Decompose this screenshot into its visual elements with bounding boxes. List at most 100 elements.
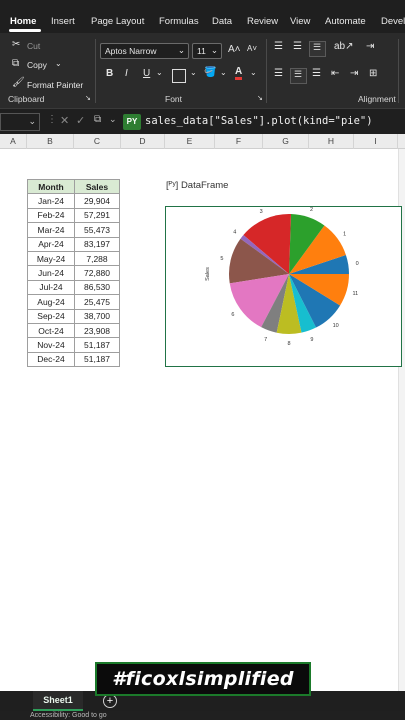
column-header-h[interactable]: H [309,134,354,149]
column-header-i[interactable]: I [354,134,398,149]
ribbon: ✂ Cut ⧉ Copy ⌄ 🖌 Format Painter Clipboar… [0,33,405,108]
column-header-e[interactable]: E [165,134,215,149]
enter-icon[interactable]: ✓ [76,114,85,127]
month-cell[interactable]: Oct-24 [27,322,75,339]
indent-icon[interactable]: ⇥ [366,41,374,52]
decrease-font-icon[interactable]: A˅ [247,44,257,53]
month-cell[interactable]: Jun-24 [27,265,75,281]
align-middle-icon[interactable]: ☰ [293,41,302,52]
copy-button[interactable]: Copy [27,60,47,70]
fill-color-icon[interactable]: 🪣 [204,67,216,78]
increase-indent-icon[interactable]: ⇥ [350,68,358,79]
python-badge[interactable]: PY [123,114,141,130]
copy-icon[interactable]: ⧉ [12,58,19,69]
dialog-launcher-icon[interactable]: ↘ [257,94,263,102]
month-cell[interactable]: Jan-24 [27,193,75,209]
month-cell[interactable]: Aug-24 [27,294,75,310]
sales-cell[interactable]: 29,904 [74,193,120,209]
pie-chart-frame[interactable]: 0 1 2 3 4 5 6 7 8 9 10 11 Sales [165,206,402,367]
tab-home[interactable]: Home [10,16,36,27]
sheet-tab-sheet1[interactable]: Sheet1 [33,691,83,711]
borders-icon[interactable] [172,69,186,83]
sales-header-cell[interactable]: Sales [74,178,120,195]
month-cell[interactable]: Apr-24 [27,236,75,252]
chevron-down-icon[interactable]: ⌄ [250,68,257,77]
chevron-down-icon[interactable]: ⌄ [109,114,117,125]
month-cell[interactable]: Jul-24 [27,279,75,296]
cut-button[interactable]: Cut [27,41,40,51]
formula-text[interactable]: sales_data["Sales"].plot(kind="pie") [145,115,373,127]
align-left-icon[interactable]: ☰ [274,68,283,79]
column-header-c[interactable]: C [74,134,121,149]
month-cell[interactable]: Nov-24 [27,337,75,353]
tab-page-layout[interactable]: Page Layout [91,16,144,27]
pie-label-2: 2 [310,207,313,213]
scissors-icon[interactable]: ✂ [12,39,20,50]
sales-cell[interactable]: 86,530 [74,279,120,296]
chevron-down-icon[interactable]: ⌄ [190,68,197,77]
italic-button[interactable]: I [125,68,128,79]
decrease-indent-icon[interactable]: ⇤ [331,68,339,79]
paintbrush-icon[interactable]: 🖌 [12,77,25,88]
month-cell[interactable]: May-24 [27,250,75,267]
sales-cell[interactable]: 23,908 [74,322,120,339]
add-sheet-button[interactable]: + [103,694,117,708]
pie-label-9: 9 [310,337,313,343]
accessibility-status[interactable]: Accessibility: Good to go [30,712,107,719]
chevron-down-icon[interactable]: ⌄ [156,68,163,77]
dataframe-label[interactable]: [ᴾʸ] DataFrame [166,180,228,191]
month-cell[interactable]: Sep-24 [27,308,75,324]
tab-insert[interactable]: Insert [51,16,75,27]
column-header-f[interactable]: F [215,134,263,149]
chevron-down-icon[interactable]: ⌄ [220,68,227,77]
sales-cell[interactable]: 38,700 [74,308,120,324]
column-header-a[interactable]: A [0,134,27,149]
tab-formulas[interactable]: Formulas [159,16,199,27]
align-right-icon[interactable]: ☰ [312,68,321,79]
pie-label-11: 11 [353,291,359,297]
sales-cell[interactable]: 51,187 [74,337,120,353]
sales-cell[interactable]: 7,288 [74,250,120,267]
tab-developer[interactable]: Devel [381,16,405,27]
font-color-icon[interactable]: A [235,66,243,80]
table-row: Apr-24 83,197 [27,236,120,252]
tab-data[interactable]: Data [212,16,232,27]
tab-automate[interactable]: Automate [325,16,366,27]
chevron-down-icon: ⌄ [210,45,218,55]
align-bottom-button[interactable]: ☰ [309,41,326,57]
sales-cell[interactable]: 25,475 [74,294,120,310]
group-divider [398,39,399,103]
sales-cell[interactable]: 57,291 [74,207,120,224]
sales-cell[interactable]: 51,187 [74,351,120,368]
tab-view[interactable]: View [290,16,310,27]
increase-font-icon[interactable]: A˄ [228,44,241,55]
sales-cell[interactable]: 83,197 [74,236,120,252]
font-size-dropdown[interactable]: 11 ⌄ [192,43,222,59]
align-top-icon[interactable]: ☰ [274,41,283,52]
month-cell[interactable]: Mar-24 [27,222,75,238]
table-row: Dec-24 51,187 [27,351,120,368]
more-options-icon[interactable]: ⋮ [47,114,57,125]
merge-cells-icon[interactable]: ⊞ [369,68,377,79]
tab-review[interactable]: Review [247,16,278,27]
month-header-cell[interactable]: Month [27,178,75,195]
cancel-icon[interactable]: ✕ [60,114,69,127]
orientation-icon[interactable]: ab↗ [334,41,354,52]
font-name-dropdown[interactable]: Aptos Narrow ⌄ [100,43,189,59]
format-painter-button[interactable]: Format Painter [27,80,83,90]
month-cell[interactable]: Dec-24 [27,351,75,368]
align-center-button[interactable]: ☰ [290,68,307,84]
column-header-d[interactable]: D [121,134,165,149]
table-row: Oct-24 23,908 [27,322,120,339]
bold-button[interactable]: B [106,68,113,79]
month-cell[interactable]: Feb-24 [27,207,75,224]
column-header-g[interactable]: G [263,134,309,149]
python-output-icon[interactable]: ⧉ [94,114,101,125]
chevron-down-icon[interactable]: ⌄ [55,59,62,68]
sales-cell[interactable]: 72,880 [74,265,120,281]
name-box[interactable]: ⌄ [0,113,40,131]
underline-button[interactable]: U [143,68,150,79]
column-header-b[interactable]: B [27,134,74,149]
sales-cell[interactable]: 55,473 [74,222,120,238]
dialog-launcher-icon[interactable]: ↘ [85,94,91,102]
